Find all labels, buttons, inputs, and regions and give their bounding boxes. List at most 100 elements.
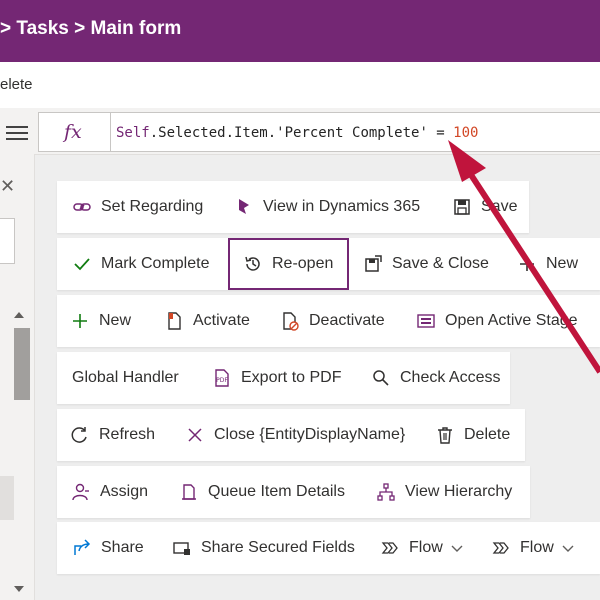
fx-label: fx <box>64 121 82 143</box>
export-pdf-label: Export to PDF <box>241 369 342 386</box>
close-icon[interactable]: ✕ <box>0 176 15 197</box>
flow-icon <box>379 537 401 559</box>
new-button-top[interactable]: New <box>516 238 578 290</box>
panel-selected-item[interactable] <box>0 476 14 520</box>
share-label: Share <box>101 539 144 556</box>
formula-number: 100 <box>453 125 479 141</box>
formula-bar: fx Self.Selected.Item.'Percent Complete'… <box>0 108 600 155</box>
formula-input[interactable]: Self.Selected.Item.'Percent Complete' = … <box>110 112 600 152</box>
set-regarding-label: Set Regarding <box>101 198 204 215</box>
assign-label: Assign <box>100 483 149 500</box>
flow-button-2[interactable]: Flow <box>490 522 574 574</box>
new-label-top: New <box>546 255 579 272</box>
new-label: New <box>99 312 132 329</box>
fx-box[interactable]: fx <box>38 112 110 152</box>
deactivate-button[interactable]: Deactivate <box>279 295 385 347</box>
breadcrumb: > Tasks > Main form <box>0 18 182 39</box>
global-handler-label: Global Handler <box>72 369 179 386</box>
mark-complete-button[interactable]: Mark Complete <box>71 238 209 290</box>
key-search-icon <box>370 367 392 389</box>
canvas: Set Regarding View in Dynamics 365 Save … <box>35 155 600 600</box>
hamburger-icon[interactable] <box>6 126 28 140</box>
delete-button[interactable]: Delete <box>434 409 510 461</box>
flow-button-1[interactable]: Flow <box>379 522 463 574</box>
scroll-up-icon[interactable] <box>14 312 24 318</box>
command-row: elete <box>0 62 600 108</box>
activate-button[interactable]: Activate <box>163 295 250 347</box>
stage-icon <box>415 310 437 332</box>
view-in-dynamics-label: View in Dynamics 365 <box>263 198 421 215</box>
close-entity-label: Close {EntityDisplayName} <box>214 426 406 443</box>
trash-icon <box>434 424 456 446</box>
set-regarding-button[interactable]: Set Regarding <box>71 181 203 233</box>
command-bar-5: Refresh Close {EntityDisplayName} Delete <box>57 409 525 461</box>
person-icon <box>70 481 92 503</box>
command-bar-1: Set Regarding View in Dynamics 365 Save <box>57 181 529 233</box>
plus-icon <box>516 253 538 275</box>
refresh-button[interactable]: Refresh <box>69 409 155 461</box>
share-button[interactable]: Share <box>71 522 144 574</box>
check-access-button[interactable]: Check Access <box>370 352 500 404</box>
refresh-label: Refresh <box>99 426 156 443</box>
document-blocked-icon <box>279 310 301 332</box>
formula-mid: .Selected.Item. <box>149 125 277 141</box>
hierarchy-icon <box>375 481 397 503</box>
scrollbar-thumb[interactable] <box>14 328 30 400</box>
panel-search-input[interactable] <box>0 218 15 264</box>
close-entity-button[interactable]: Close {EntityDisplayName} <box>184 409 405 461</box>
mark-complete-label: Mark Complete <box>101 255 210 272</box>
delete-label: Delete <box>464 426 511 443</box>
queue-item-details-button[interactable]: Queue Item Details <box>178 466 345 518</box>
activate-label: Activate <box>193 312 250 329</box>
formula-string: 'Percent Complete' <box>276 125 428 141</box>
reopen-button[interactable]: Re-open <box>228 238 349 290</box>
command-bar-3: New Activate Deactivate Open Active Stag… <box>57 295 600 347</box>
link-icon <box>71 196 93 218</box>
save-label: Save <box>481 198 518 215</box>
share-secured-fields-label: Share Secured Fields <box>201 539 355 556</box>
command-bar-6: Assign Queue Item Details View Hierarchy <box>57 466 530 518</box>
view-hierarchy-button[interactable]: View Hierarchy <box>375 466 512 518</box>
check-access-label: Check Access <box>400 369 501 386</box>
global-handler-button[interactable]: Global Handler <box>72 352 179 404</box>
save-close-button[interactable]: Save & Close <box>362 238 489 290</box>
save-close-label: Save & Close <box>392 255 489 272</box>
new-button[interactable]: New <box>69 295 131 347</box>
chevron-down-icon <box>562 542 574 554</box>
open-active-stage-label: Open Active Stage <box>445 312 578 329</box>
queue-item-details-label: Queue Item Details <box>208 483 345 500</box>
chevron-down-icon <box>451 542 463 554</box>
dynamics-icon <box>233 196 255 218</box>
pdf-icon: PDF <box>211 367 233 389</box>
share-icon <box>71 537 93 559</box>
export-pdf-button[interactable]: PDF Export to PDF <box>211 352 341 404</box>
delete-command[interactable]: elete <box>0 76 33 93</box>
document-icon <box>163 310 185 332</box>
plus-icon <box>69 310 91 332</box>
save-icon <box>451 196 473 218</box>
history-icon <box>242 253 264 275</box>
reopen-label: Re-open <box>272 255 334 272</box>
app-header: > Tasks > Main form <box>0 0 600 62</box>
flow-label-2: Flow <box>520 539 554 556</box>
assign-button[interactable]: Assign <box>70 466 148 518</box>
scroll-down-icon[interactable] <box>14 586 24 592</box>
command-bar-4: Global Handler PDF Export to PDF Check A… <box>57 352 510 404</box>
command-bar-7: Share Share Secured Fields Flow Flow <box>57 522 600 574</box>
secured-field-icon <box>171 537 193 559</box>
flow-label-1: Flow <box>409 539 443 556</box>
flow-icon <box>490 537 512 559</box>
save-close-icon <box>362 253 384 275</box>
checkmark-icon <box>71 253 93 275</box>
save-button[interactable]: Save <box>451 181 517 233</box>
formula-operator: = <box>427 125 454 141</box>
deactivate-label: Deactivate <box>309 312 385 329</box>
view-in-dynamics-button[interactable]: View in Dynamics 365 <box>233 181 420 233</box>
formula-self: Self <box>116 125 150 141</box>
left-panel: ✕ <box>0 154 35 600</box>
refresh-icon <box>69 424 91 446</box>
close-icon <box>184 424 206 446</box>
open-active-stage-button[interactable]: Open Active Stage <box>415 295 578 347</box>
view-hierarchy-label: View Hierarchy <box>405 483 513 500</box>
share-secured-fields-button[interactable]: Share Secured Fields <box>171 522 355 574</box>
